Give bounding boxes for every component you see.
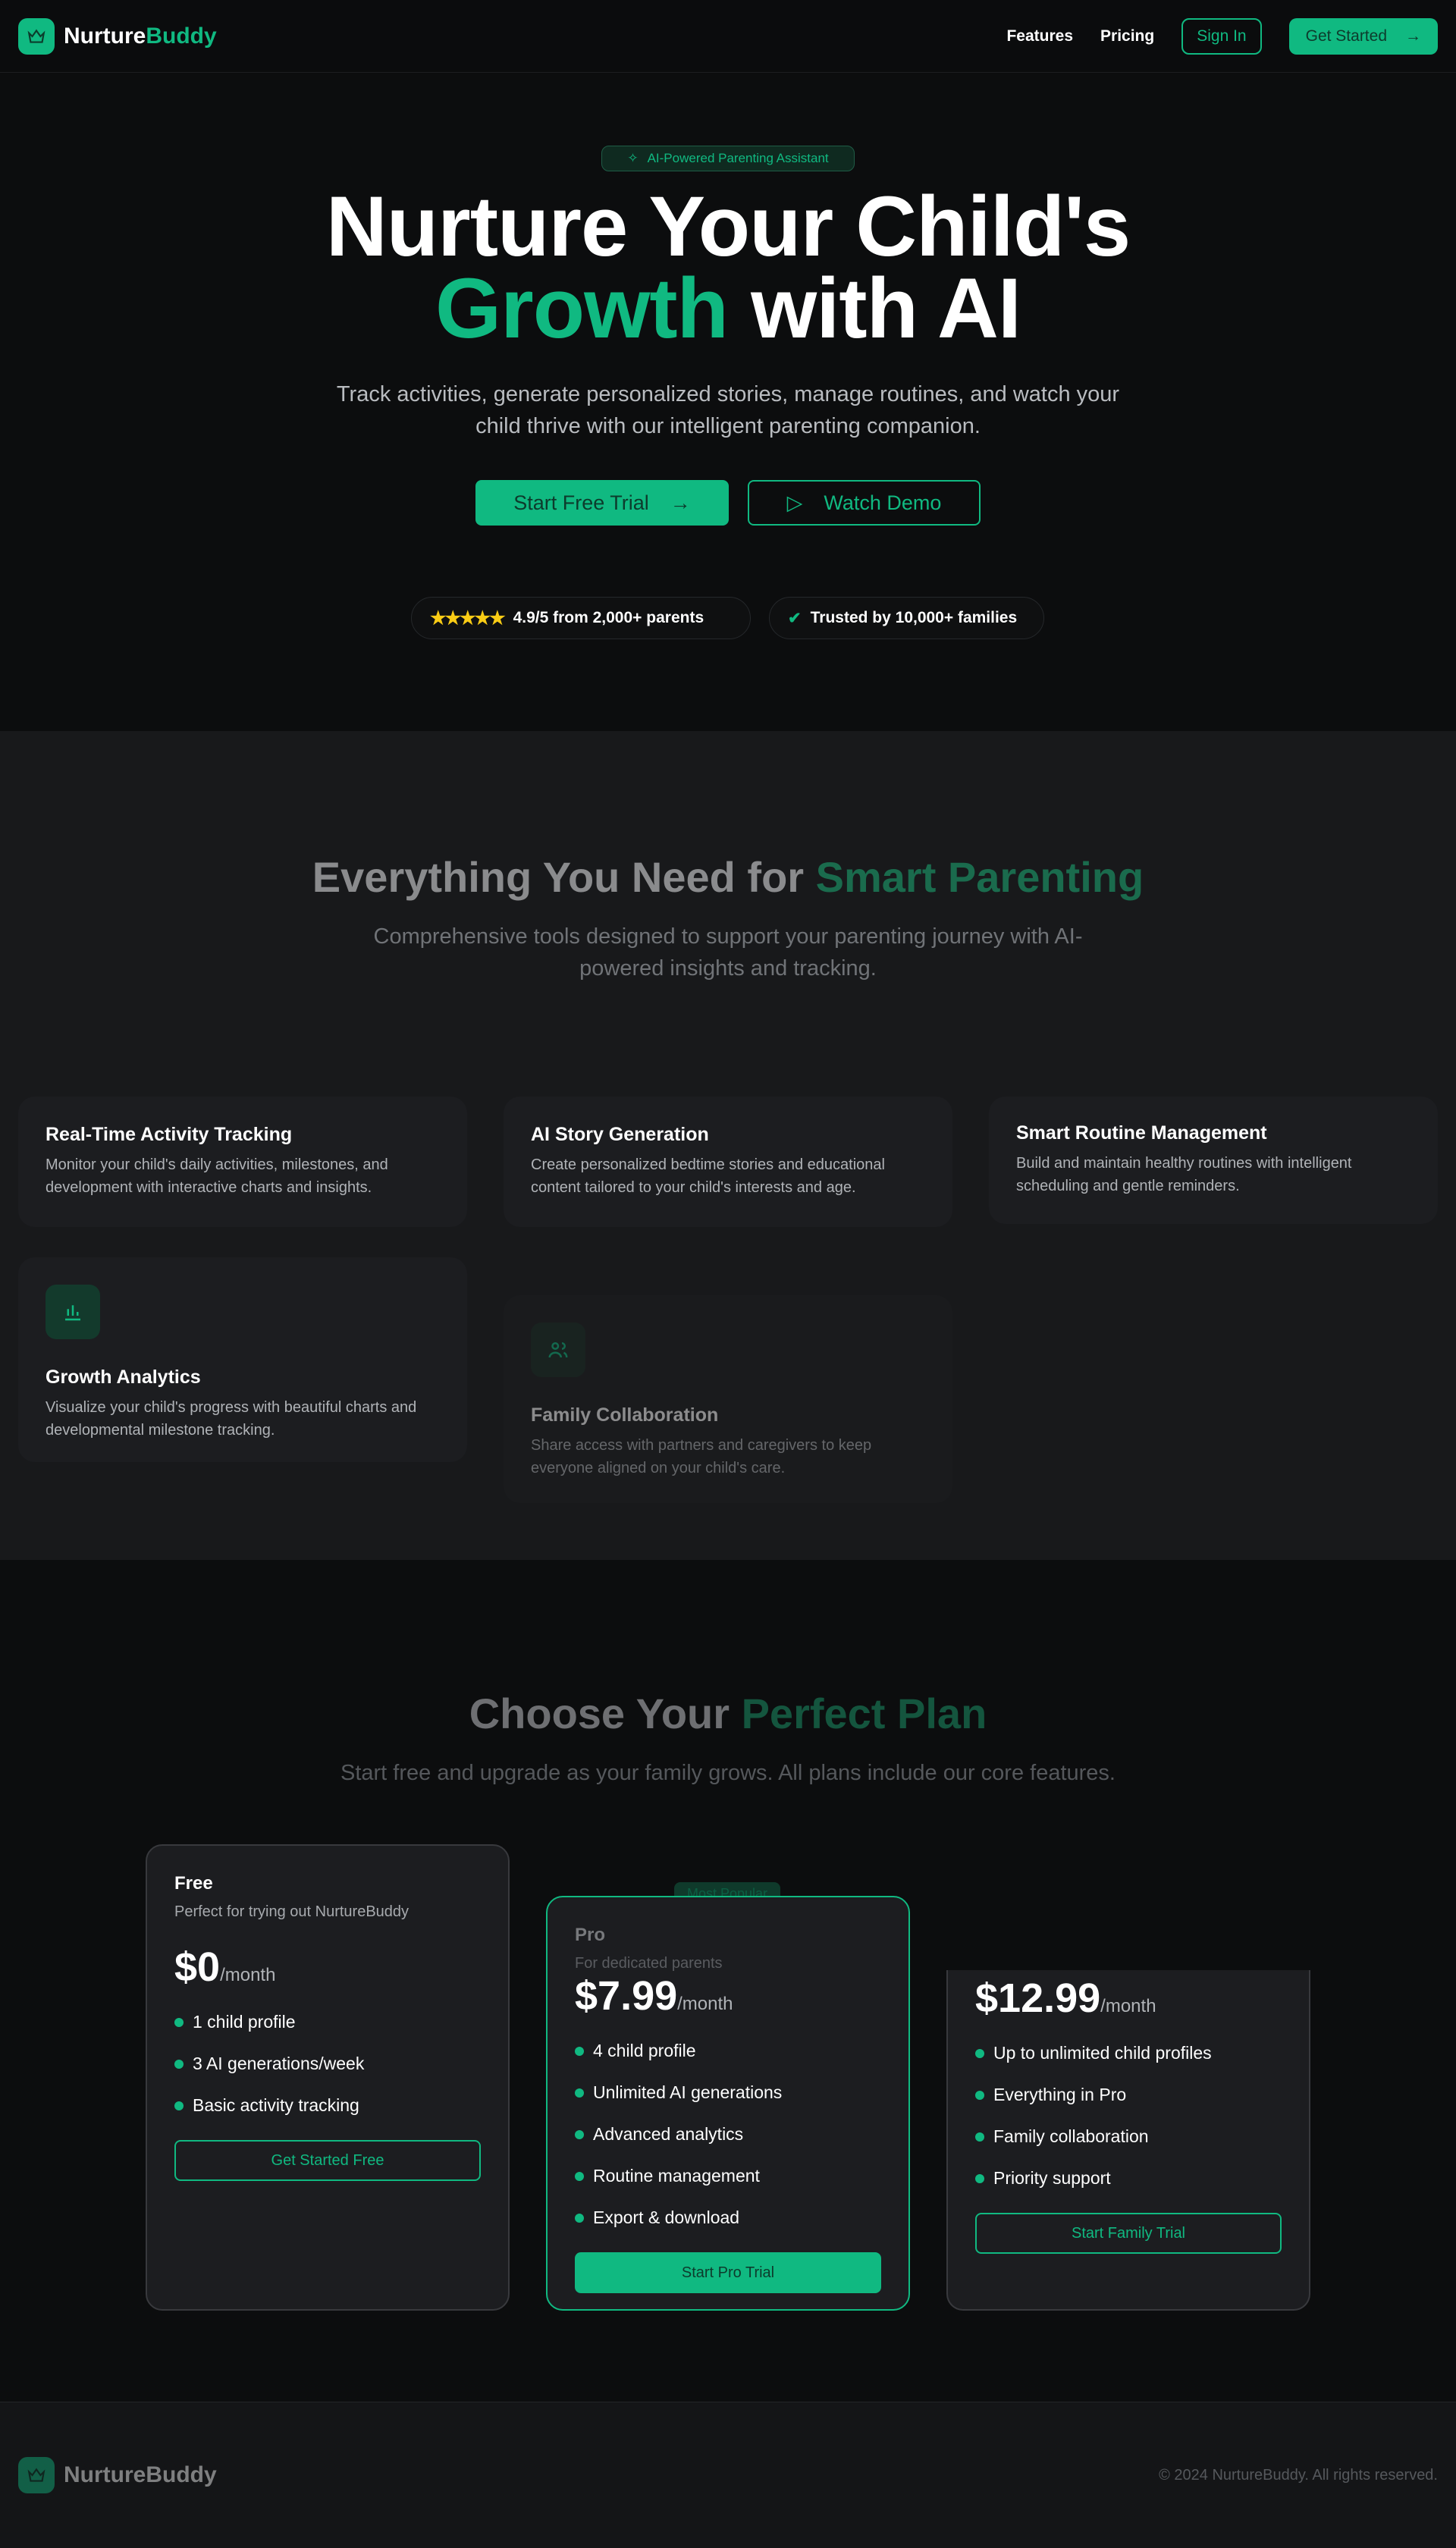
footer-logo[interactable]: NurtureBuddy [18,2457,217,2493]
plan-desc: Perfect for trying out NurtureBuddy [174,1903,410,1920]
start-family-trial-button[interactable]: Start Family Trial [975,2213,1282,2254]
feature-desc: Visualize your child's progress with bea… [46,1399,417,1439]
crown-icon [18,17,55,55]
pricing-title: Choose Your Perfect Plan [469,1690,987,1737]
plan-feature: Unlimited AI generations [575,2082,881,2103]
nav-link-pricing[interactable]: Pricing [1100,27,1154,46]
plan-feature: Family collaboration [975,2126,1282,2147]
footer: NurtureBuddy © 2024 NurtureBuddy. All ri… [0,2402,1456,2548]
plan-feature: Basic activity tracking [174,2095,481,2116]
plan-feature: Advanced analytics [575,2124,881,2145]
rating-pill: ★★★★★ 4.9/5 from 2,000+ parents [411,597,751,639]
copyright: © 2024 NurtureBuddy. All rights reserved… [1159,2466,1438,2484]
brand-name: NurtureBuddy [64,23,217,49]
feature-desc: Share access with partners and caregiver… [531,1437,872,1476]
arrow-right-icon: → [670,491,691,514]
hero-badge-label: AI-Powered Parenting Assistant [647,151,829,165]
plan-feature: Routine management [575,2166,881,2186]
plan-feature: Everything in Pro [975,2085,1282,2105]
features-title: Everything You Need for Smart Parenting [312,853,1144,901]
get-started-label: Get Started [1305,27,1387,45]
plan-price: $7.99/month [575,1973,733,2019]
features-section: Everything You Need for Smart Parenting … [0,731,1456,1560]
plan-feature: Export & download [575,2208,881,2228]
hero-subtitle: Track activities, generate personalized … [336,382,1120,438]
sign-in-button[interactable]: Sign In [1181,17,1262,55]
star-rating-icon: ★★★★★ [430,607,506,629]
feature-desc: Build and maintain healthy routines with… [1016,1155,1352,1194]
check-circle-icon: ✔ [788,609,802,627]
sparkle-icon: ✧ [627,151,639,165]
feature-card-routine: Smart Routine Management Build and maint… [989,1097,1438,1224]
nav-link-features[interactable]: Features [1006,27,1073,46]
plan-feature: Up to unlimited child profiles [975,2043,1282,2063]
trusted-pill: ✔ Trusted by 10,000+ families [769,597,1044,639]
users-icon [531,1323,585,1377]
pricing-subtitle: Start free and upgrade as your family gr… [340,1761,1116,1785]
get-started-free-button[interactable]: Get Started Free [174,2140,481,2181]
feature-title: Growth Analytics [46,1367,201,1388]
feature-desc: Monitor your child's daily activities, m… [46,1156,388,1196]
hero-badge: ✧ AI-Powered Parenting Assistant [601,146,855,171]
features-subtitle: Comprehensive tools designed to support … [373,924,1083,981]
plan-card-pro: Pro For dedicated parents $7.99/month 4 … [546,1896,910,2311]
top-nav: NurtureBuddy Features Pricing Sign In Ge… [0,0,1456,73]
start-free-trial-label: Start Free Trial [513,491,649,514]
trusted-text: Trusted by 10,000+ families [810,609,1018,626]
plan-card-free: Free Perfect for trying out NurtureBuddy… [146,1844,510,2311]
plan-name: Free [174,1873,213,1894]
arrow-right-icon: → [1405,27,1421,45]
feature-card-activity: Real-Time Activity Tracking Monitor your… [18,1097,467,1227]
bar-chart-icon [46,1285,100,1339]
start-pro-trial-button[interactable]: Start Pro Trial [575,2252,881,2293]
plan-desc: For dedicated parents [575,1955,723,1972]
plan-feature: 4 child profile [575,2041,881,2061]
feature-title: AI Story Generation [531,1124,709,1145]
rating-text: 4.9/5 from 2,000+ parents [513,609,704,626]
plan-price: $0/month [174,1944,276,1990]
play-icon: ▷ [786,491,803,514]
hero-title: Nurture Your Child's Growth with AI [325,179,1131,356]
plan-price: $12.99/month [975,1975,1156,2021]
feature-card-analytics: Growth Analytics Visualize your child's … [18,1257,467,1462]
watch-demo-button[interactable]: ▷ Watch Demo [748,480,981,526]
feature-card-family: Family Collaboration Share access with p… [504,1295,952,1503]
brand-logo[interactable]: NurtureBuddy [18,17,217,55]
hero-section: ✧ AI-Powered Parenting Assistant Nurture… [0,74,1456,731]
start-free-trial-button[interactable]: Start Free Trial → [475,480,729,526]
feature-title: Family Collaboration [531,1404,719,1426]
watch-demo-label: Watch Demo [824,491,942,514]
feature-card-story: AI Story Generation Create personalized … [504,1097,952,1227]
feature-title: Smart Routine Management [1016,1122,1267,1144]
feature-desc: Create personalized bedtime stories and … [531,1156,885,1196]
feature-title: Real-Time Activity Tracking [46,1124,293,1145]
crown-icon [18,2457,55,2493]
get-started-button[interactable]: Get Started → [1288,17,1438,55]
plan-feature: 3 AI generations/week [174,2054,481,2074]
footer-brand: NurtureBuddy [64,2462,217,2487]
plan-name: Pro [575,1925,606,1945]
plan-feature: 1 child profile [174,2012,481,2032]
plan-card-family: $12.99/month Up to unlimited child profi… [946,1970,1310,2311]
plan-feature: Priority support [975,2168,1282,2189]
